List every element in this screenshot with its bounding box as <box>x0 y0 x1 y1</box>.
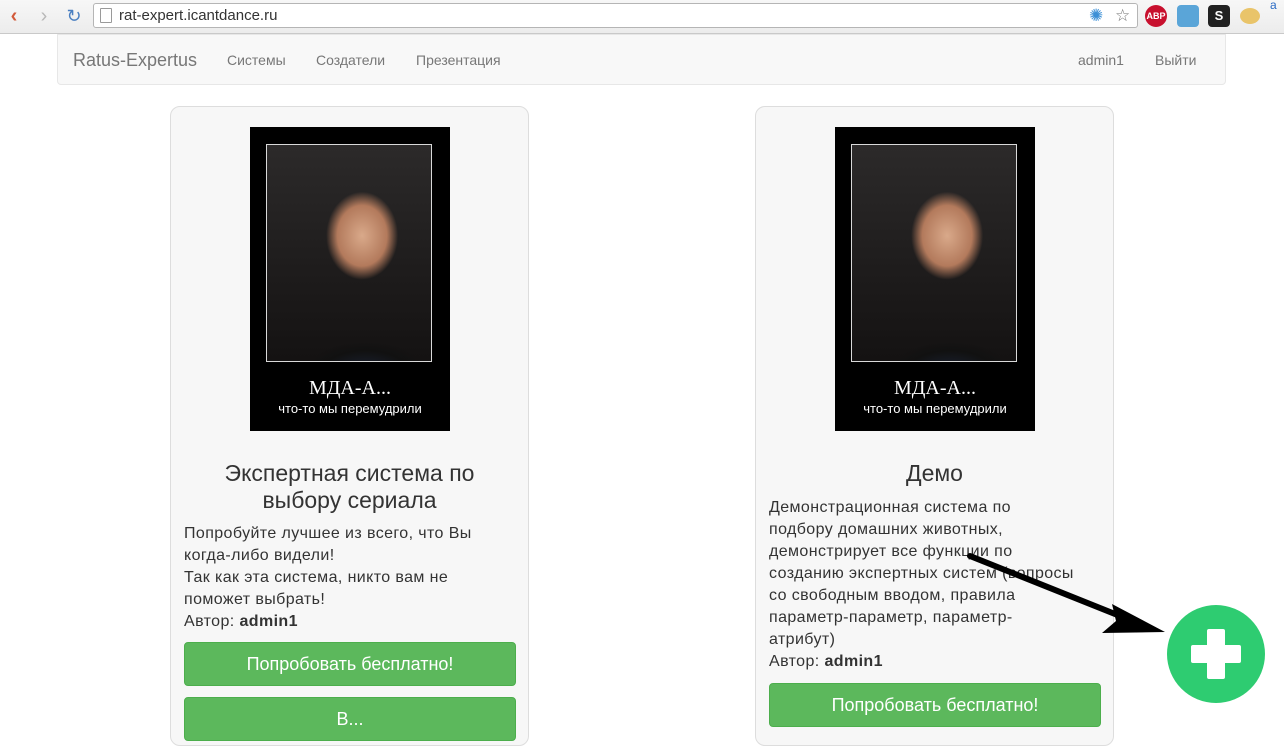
arrow-shaft <box>967 553 1133 623</box>
plus-icon <box>1207 629 1225 679</box>
arrow-head <box>1102 604 1165 633</box>
add-system-button[interactable] <box>1167 605 1265 703</box>
annotation-arrow <box>967 553 1165 633</box>
